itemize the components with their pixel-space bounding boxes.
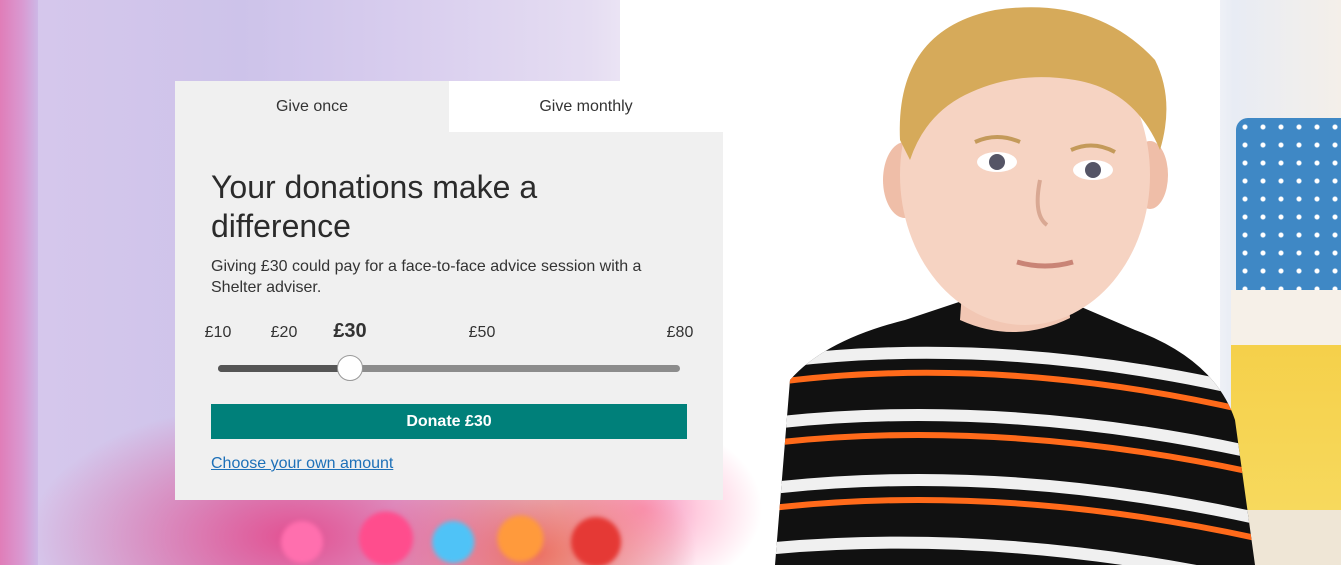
donate-button[interactable]: Donate £30 xyxy=(211,404,687,439)
donation-panel: Give once Give monthly Your donations ma… xyxy=(175,81,723,500)
amount-labels: £10 £20 £30 £50 £80 xyxy=(205,320,694,348)
donation-headline: Your donations make a difference xyxy=(211,169,538,244)
amount-option-20[interactable]: £20 xyxy=(271,324,298,342)
hero-background-toys xyxy=(260,500,680,565)
slider-fill xyxy=(218,365,350,372)
frequency-tabs: Give once Give monthly xyxy=(175,81,723,132)
slider-thumb[interactable] xyxy=(337,355,363,381)
donation-form: Your donations make a difference Giving … xyxy=(175,132,723,500)
amount-option-30[interactable]: £30 xyxy=(333,320,366,343)
tab-give-monthly[interactable]: Give monthly xyxy=(449,81,723,132)
amount-slider[interactable] xyxy=(211,354,687,381)
tab-give-once[interactable]: Give once xyxy=(175,81,449,132)
amount-option-10[interactable]: £10 xyxy=(205,324,232,342)
choose-own-amount-link[interactable]: Choose your own amount xyxy=(211,455,393,473)
donation-description: Giving £30 could pay for a face-to-face … xyxy=(211,258,642,296)
hero-child-illustration xyxy=(775,7,1255,565)
amount-option-80[interactable]: £80 xyxy=(667,324,694,342)
hero-background-wall xyxy=(0,0,38,565)
amount-option-50[interactable]: £50 xyxy=(469,324,496,342)
